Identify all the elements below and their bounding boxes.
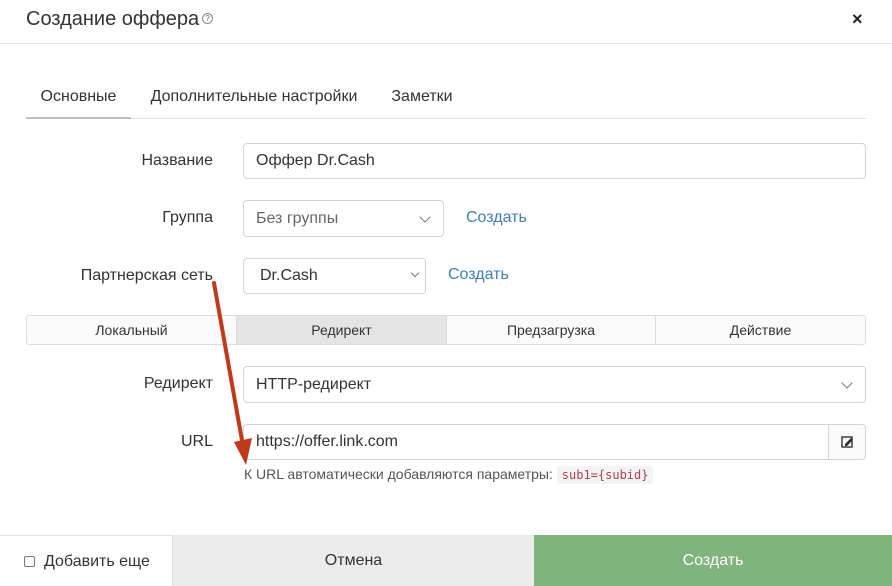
network-label: Партнерская сеть <box>80 267 213 284</box>
redirect-select-value: HTTP-редирект <box>256 376 372 393</box>
question-circle-icon[interactable]: ? <box>202 13 213 24</box>
add-more-label[interactable]: Добавить еще <box>44 553 150 571</box>
create-button[interactable]: Создать <box>534 535 892 586</box>
add-more-checkbox[interactable] <box>24 556 35 567</box>
network-create-link[interactable]: Создать <box>448 266 509 284</box>
network-select[interactable]: Dr.Cash <box>243 258 426 294</box>
dialog-footer: Добавить еще Отмена Создать <box>0 535 892 586</box>
tab-advanced-settings[interactable]: Дополнительные настройки <box>140 78 368 119</box>
mode-action[interactable]: Действие <box>656 316 865 344</box>
url-hint-code: sub1={subid} <box>556 466 654 484</box>
chevron-down-icon <box>419 211 431 223</box>
dialog-header: Создание оффера ? × <box>0 0 892 44</box>
redirect-select[interactable]: HTTP-редирект <box>243 366 866 403</box>
group-create-link[interactable]: Создать <box>466 209 527 227</box>
url-label: URL <box>180 433 213 450</box>
chevron-down-icon <box>841 377 853 389</box>
dialog-title: Создание оффера <box>26 8 200 30</box>
name-input[interactable]: Оффер Dr.Cash <box>243 143 866 179</box>
group-select[interactable]: Без группы <box>243 200 444 237</box>
name-label: Название <box>141 152 214 169</box>
group-select-value: Без группы <box>256 210 339 227</box>
url-input-value: https://offer.link.com <box>256 433 398 450</box>
add-more-area: Добавить еще <box>0 535 172 586</box>
url-hint: К URL автоматически добавляются параметр… <box>244 466 654 484</box>
tab-notes[interactable]: Заметки <box>383 78 461 119</box>
chevron-down-icon <box>410 268 420 278</box>
group-label: Группа <box>162 209 213 226</box>
name-input-value: Оффер Dr.Cash <box>256 152 375 169</box>
offer-type-switch: Локальный Редирект Предзагрузка Действие <box>26 315 866 345</box>
cancel-button[interactable]: Отмена <box>172 535 534 586</box>
url-edit-button[interactable] <box>828 424 866 460</box>
tab-bar: Основные Дополнительные настройки Заметк… <box>26 78 866 119</box>
close-icon[interactable]: × <box>852 9 863 30</box>
tab-main[interactable]: Основные <box>26 78 131 119</box>
mode-preload[interactable]: Предзагрузка <box>447 316 656 344</box>
mode-redirect[interactable]: Редирект <box>237 316 447 344</box>
url-hint-text: К URL автоматически добавляются параметр… <box>244 466 553 482</box>
mode-local[interactable]: Локальный <box>27 316 237 344</box>
url-input[interactable]: https://offer.link.com <box>243 424 829 460</box>
network-select-value: Dr.Cash <box>260 267 318 284</box>
edit-icon <box>841 436 853 448</box>
redirect-label: Редирект <box>143 375 213 392</box>
